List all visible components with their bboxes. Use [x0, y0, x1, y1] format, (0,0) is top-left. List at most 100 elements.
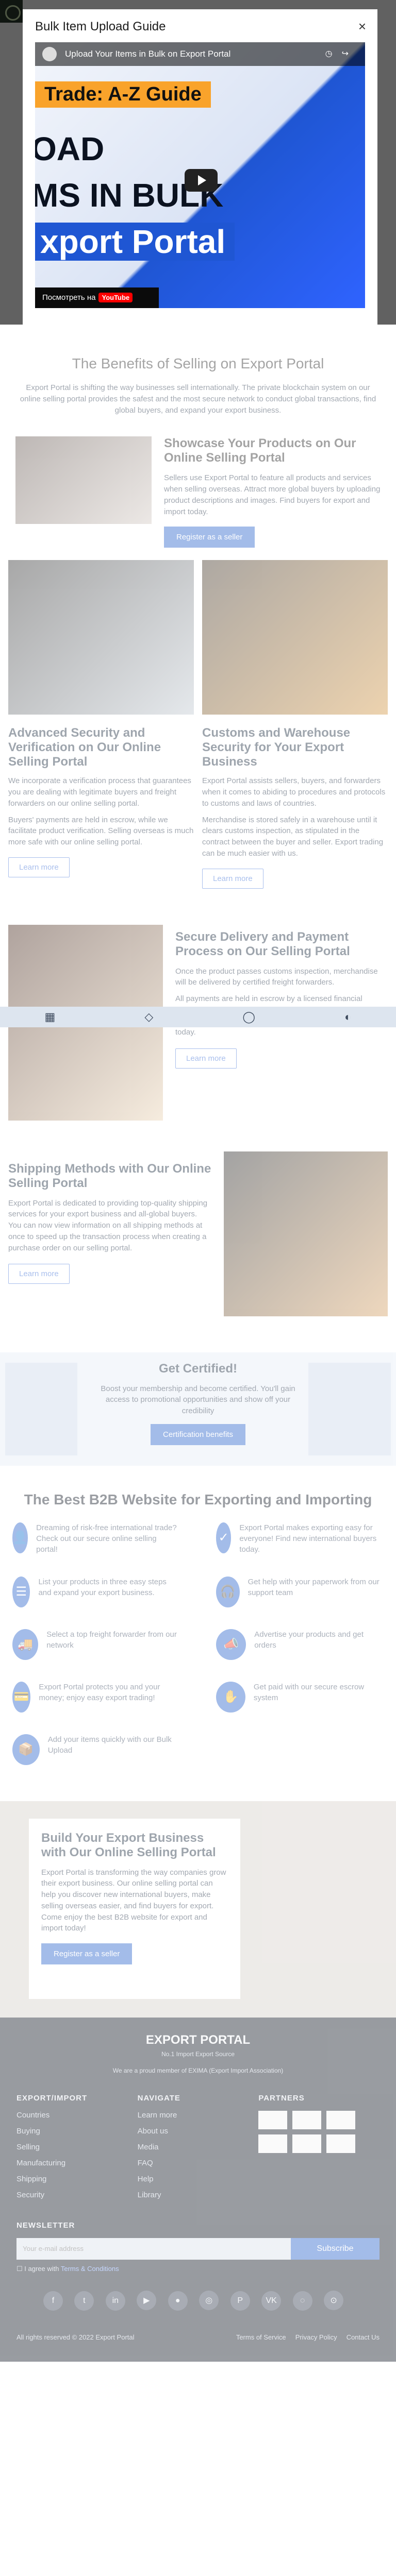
- video-tag: Trade: A-Z Guide: [35, 81, 211, 108]
- shield-icon: ✓: [216, 1522, 232, 1553]
- showcase-block: Showcase Your Products on Our Online Sel…: [15, 436, 381, 548]
- usps-logo-icon: [258, 2134, 288, 2153]
- page-content: The Benefits of Selling on Export Portal…: [0, 0, 396, 2362]
- shipping-text: Shipping Methods with Our Online Selling…: [8, 1151, 211, 1316]
- footer-link[interactable]: FAQ: [138, 2159, 259, 2167]
- certified-description: Boost your membership and become certifi…: [101, 1384, 295, 1416]
- security-card: Advanced Security and Verification on Ou…: [8, 560, 194, 888]
- footer-col-navigate: NAVIGATE Learn more About us Media FAQ H…: [138, 2094, 259, 2207]
- facebook-icon[interactable]: f: [43, 2291, 63, 2311]
- footer-link[interactable]: Buying: [16, 2127, 138, 2136]
- feature-text: Advertise your products and get orders: [254, 1630, 364, 1650]
- footer-link[interactable]: Help: [138, 2175, 259, 2183]
- terms-link[interactable]: Terms & Conditions: [61, 2265, 119, 2273]
- copyright-text: All rights reserved © 2022 Export Portal: [16, 2333, 135, 2341]
- fedex-logo-icon: [292, 2110, 322, 2129]
- best-b2b-section: The Best B2B Website for Exporting and I…: [0, 1481, 396, 1781]
- newsletter-title: NEWSLETTER: [16, 2221, 75, 2230]
- shipping-description: Export Portal is dedicated to providing …: [8, 1198, 208, 1252]
- bottom-nav-bar: ▦ ◇ ◯ ◐: [0, 1007, 396, 1027]
- learn-more-button[interactable]: Learn more: [202, 868, 263, 889]
- card-paragraph-2: Merchandise is stored safely in a wareho…: [202, 815, 384, 858]
- megaphone-icon: 📣: [216, 1629, 246, 1660]
- feature-item: 💳 Export Portal protects you and your mon…: [12, 1681, 180, 1713]
- card-icon: 💳: [12, 1681, 31, 1713]
- feature-text: Select a top freight forwarder from our …: [46, 1630, 177, 1650]
- register-seller-button[interactable]: Register as a seller: [41, 1943, 133, 1964]
- benefits-intro: Export Portal is shifting the way busine…: [20, 383, 376, 415]
- footer-link[interactable]: Media: [138, 2143, 259, 2151]
- linkedin-icon[interactable]: in: [105, 2291, 125, 2311]
- subscribe-button[interactable]: Subscribe: [291, 2238, 380, 2260]
- feature-text: List your products in three easy steps a…: [38, 1577, 167, 1597]
- instagram-icon[interactable]: ●: [168, 2291, 188, 2311]
- vk-icon[interactable]: VK: [261, 2291, 282, 2311]
- user-icon: 👤: [12, 1522, 28, 1553]
- footer-link[interactable]: Security: [16, 2191, 138, 2199]
- video-player[interactable]: Upload Your Items in Bulk on Export Port…: [35, 42, 365, 308]
- newsletter-form: Subscribe: [16, 2238, 380, 2260]
- modal-title: Bulk Item Upload Guide: [35, 20, 166, 33]
- footer-link[interactable]: Shipping: [16, 2175, 138, 2183]
- certification-benefits-button[interactable]: Certification benefits: [151, 1423, 245, 1445]
- footer-link[interactable]: Library: [138, 2191, 259, 2199]
- learn-more-button[interactable]: Learn more: [8, 1264, 70, 1284]
- paypal-logo-icon: [258, 2110, 288, 2129]
- feature-item: ☰ List your products in three easy steps …: [12, 1576, 180, 1607]
- shipping-title: Shipping Methods with Our Online Selling…: [8, 1161, 211, 1190]
- list-icon: ☰: [12, 1576, 30, 1607]
- agree-checkbox[interactable]: ☐: [16, 2265, 24, 2273]
- phone-icon[interactable]: ◐: [344, 1010, 351, 1024]
- youtube-icon[interactable]: ▶: [137, 2290, 157, 2310]
- close-icon[interactable]: ×: [358, 19, 366, 35]
- footer-link[interactable]: Countries: [16, 2111, 138, 2120]
- reddit-icon[interactable]: ⊙: [324, 2290, 344, 2310]
- security-cards: Advanced Security and Verification on Ou…: [0, 560, 396, 889]
- footer-member-text: We are a proud member of EXIMA (Export I…: [112, 2066, 284, 2074]
- feature-text: Dreaming of risk-free international trad…: [36, 1523, 177, 1554]
- terms-of-service-link[interactable]: Terms of Service: [236, 2333, 286, 2341]
- footer-tagline: No.1 Import Export Source: [161, 2050, 235, 2058]
- card-title: Customs and Warehouse Security for Your …: [202, 726, 351, 769]
- user-icon[interactable]: ◯: [242, 1010, 255, 1024]
- feature-item: 📣 Advertise your products and get orders: [216, 1629, 384, 1660]
- hand-icon: ✋: [216, 1681, 245, 1713]
- card-paragraph-1: Export Portal assists sellers, buyers, a…: [202, 776, 386, 808]
- pinterest-alt-icon[interactable]: P: [230, 2291, 250, 2311]
- learn-more-button[interactable]: Learn more: [8, 857, 70, 877]
- play-icon[interactable]: [185, 169, 218, 192]
- certified-left-image: [5, 1362, 77, 1455]
- twitter-icon[interactable]: t: [74, 2291, 94, 2311]
- grow-card: Build Your Export Business with Our Onli…: [29, 1818, 240, 1999]
- footer-col-title: NAVIGATE: [137, 2093, 180, 2103]
- newsletter-email-input[interactable]: [16, 2238, 291, 2260]
- footer-link[interactable]: Selling: [16, 2143, 138, 2151]
- contact-us-link[interactable]: Contact Us: [346, 2333, 380, 2341]
- feature-item: 🚚 Select a top freight forwarder from our…: [12, 1629, 180, 1660]
- footer-columns: EXPORT/IMPORT Countries Buying Selling M…: [16, 2094, 380, 2207]
- footer-link[interactable]: Manufacturing: [16, 2159, 138, 2167]
- footer-bottom: All rights reserved © 2022 Export Portal…: [16, 2333, 380, 2341]
- learn-more-button[interactable]: Learn more: [175, 1048, 237, 1069]
- tag-icon[interactable]: ◇: [144, 1010, 153, 1024]
- grow-title: Build Your Export Business with Our Onli…: [41, 1831, 216, 1859]
- footer-link[interactable]: Learn more: [138, 2111, 259, 2120]
- tiktok-icon[interactable]: ◌: [292, 2291, 312, 2311]
- video-top-bar: Upload Your Items in Bulk on Export Port…: [35, 42, 365, 66]
- grid-icon[interactable]: ▦: [45, 1010, 56, 1024]
- pinterest-icon[interactable]: ◎: [199, 2290, 219, 2310]
- footer-col-title: EXPORT/IMPORT: [16, 2093, 88, 2103]
- social-links: f t in ▶ ● ◎ P VK ◌ ⊙: [16, 2290, 380, 2311]
- youtube-watch-bar[interactable]: Посмотреть на YouTube: [35, 287, 159, 308]
- footer: EXPORT PORTAL No.1 Import Export Source …: [0, 2017, 396, 2362]
- feature-item: 📦 Add your items quickly with our Bulk Up…: [12, 1734, 180, 1765]
- card-paragraph-2: Buyers' payments are held in escrow, whi…: [8, 815, 194, 847]
- feature-item: 🎧 Get help with your paperwork from our s…: [216, 1576, 384, 1607]
- register-seller-button[interactable]: Register as a seller: [164, 527, 255, 548]
- feature-text: Export Portal makes exporting easy for e…: [239, 1523, 377, 1554]
- privacy-policy-link[interactable]: Privacy Policy: [295, 2333, 337, 2341]
- video-actions-icons[interactable]: ◷↪: [325, 42, 358, 66]
- grow-section: Build Your Export Business with Our Onli…: [0, 1801, 396, 2018]
- feature-item: ✓ Export Portal makes exporting easy for …: [216, 1522, 384, 1555]
- footer-link[interactable]: About us: [138, 2127, 259, 2136]
